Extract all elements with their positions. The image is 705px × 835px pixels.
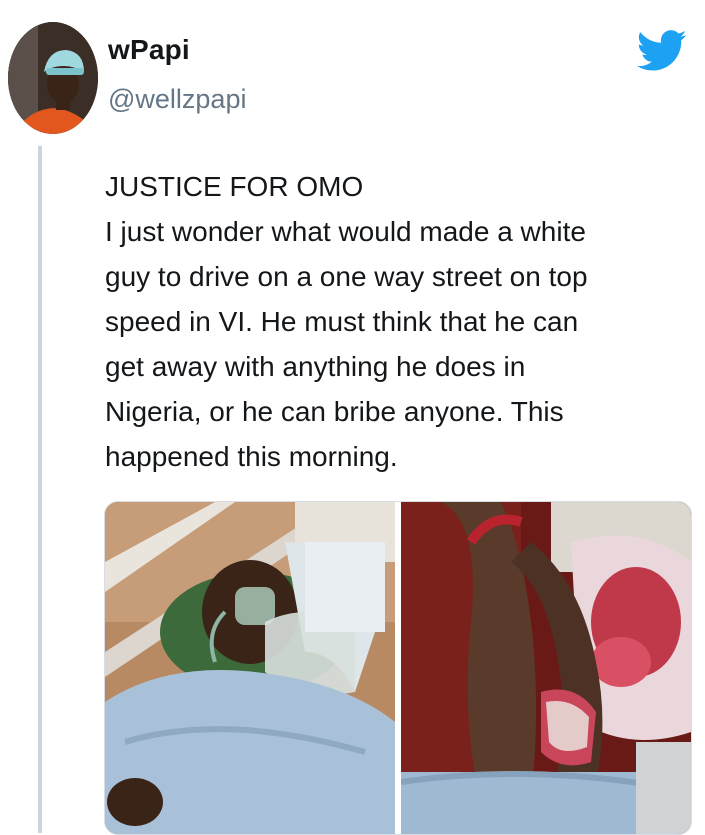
tweet-text-line: guy to drive on a one way street on top xyxy=(105,261,588,292)
tweet-text-line: Nigeria, or he can bribe anyone. This xyxy=(105,396,564,427)
tweet-text-line: I just wonder what would made a white xyxy=(105,216,586,247)
tweet-text-line: get away with anything he does in xyxy=(105,351,526,382)
thread-line xyxy=(38,146,42,833)
author-handle[interactable]: @wellzpapi xyxy=(108,84,246,115)
tweet-text-line: JUSTICE FOR OMO xyxy=(105,171,364,202)
author-avatar[interactable] xyxy=(8,22,98,134)
twitter-bird-icon[interactable] xyxy=(636,30,688,72)
media-photo-injured-leg[interactable] xyxy=(401,502,691,834)
tweet-media-grid xyxy=(104,501,692,835)
media-photo-hospital-bed[interactable] xyxy=(105,502,395,834)
tweet-text: JUSTICE FOR OMO I just wonder what would… xyxy=(105,164,690,479)
tweet-text-line: speed in VI. He must think that he can xyxy=(105,306,579,337)
author-display-name[interactable]: wPapi xyxy=(108,34,190,66)
avatar-photo xyxy=(8,22,98,134)
tweet-text-line: happened this morning. xyxy=(105,441,398,472)
